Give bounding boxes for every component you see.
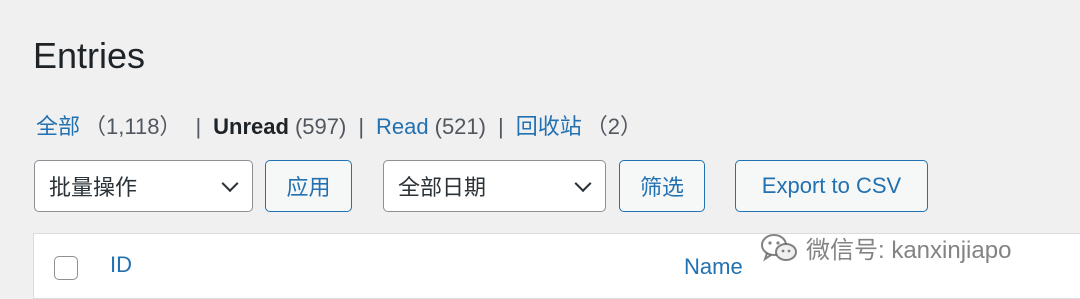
filter-trash-link[interactable]: 回收站 (516, 112, 582, 142)
watermark: 微信号: kanxinjiapo (760, 230, 1011, 265)
wechat-icon (761, 233, 797, 261)
filter-trash-count: （2） (585, 114, 642, 139)
apply-button[interactable]: 应用 (265, 160, 352, 212)
column-header-name[interactable]: Name (684, 254, 743, 280)
filter-button-label: 筛选 (639, 175, 684, 200)
filter-read-link[interactable]: Read (376, 112, 429, 142)
export-csv-button[interactable]: Export to CSV (735, 160, 928, 212)
watermark-text: 微信号: kanxinjiapo (806, 237, 1012, 264)
filter-all-label: 全部 (36, 114, 81, 139)
filter-separator: | (195, 114, 202, 139)
filter-all-link[interactable]: 全部 (36, 112, 80, 142)
column-header-id[interactable]: ID (110, 252, 132, 278)
bulk-actions-value: 批量操作 (49, 175, 138, 200)
date-filter-select[interactable]: 全部日期 (383, 160, 606, 212)
filter-unread-count: (597) (294, 114, 347, 139)
filter-trash-label: 回收站 (515, 114, 582, 139)
bulk-actions-select[interactable]: 批量操作 (34, 160, 253, 212)
filter-button[interactable]: 筛选 (619, 160, 705, 212)
filter-separator: | (497, 114, 504, 139)
filter-read-count: (521) (434, 114, 486, 139)
filter-separator: | (358, 114, 365, 139)
status-filter-links: 全部 （1,118） | Unread (597) | Read (521) |… (36, 112, 642, 142)
filter-all-count: （1,118） (84, 114, 182, 139)
filter-read-label: Read (376, 114, 429, 139)
chevron-down-icon (221, 175, 239, 193)
chevron-down-icon (574, 175, 592, 193)
date-filter-value: 全部日期 (398, 175, 487, 200)
apply-button-label: 应用 (286, 175, 331, 200)
filter-unread-link[interactable]: Unread (213, 112, 289, 142)
page-title: Entries (33, 35, 146, 76)
export-csv-label: Export to CSV (761, 173, 902, 198)
select-all-checkbox[interactable] (54, 256, 78, 280)
